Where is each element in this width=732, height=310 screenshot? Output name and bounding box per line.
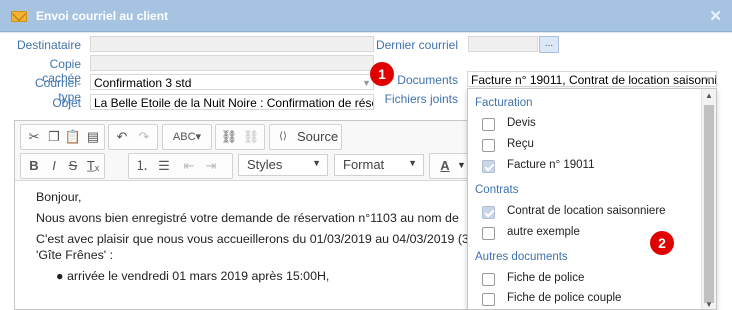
strikethrough-icon[interactable]: S <box>63 157 83 175</box>
chevron-down-icon: ▼ <box>362 78 371 88</box>
dernier-courriel-field <box>468 36 538 52</box>
chevron-down-icon: ▼ <box>457 160 466 170</box>
bullet-icon: ● <box>56 269 67 283</box>
spellcheck-toolbar-group: ABC▾ <box>162 124 212 150</box>
text-color-icon: A <box>440 158 450 173</box>
destinataire-field[interactable] <box>90 36 374 52</box>
source-label: Source <box>297 129 339 144</box>
option-label: Fiche de police <box>507 272 585 284</box>
source-button[interactable]: ⟨⟩ Source <box>269 124 342 150</box>
checkbox-checked[interactable] <box>482 206 495 219</box>
option-label: Contrat de location saisonniere <box>507 205 666 217</box>
chevron-down-icon: ▼ <box>704 75 713 85</box>
chevron-down-icon: ▼ <box>312 158 321 168</box>
documents-label: Documents <box>397 73 458 87</box>
styles-label: Styles <box>247 157 283 172</box>
greeting-text: Bonjour, <box>36 190 82 204</box>
editor-content[interactable]: Bonjour, Nous avons bien enregistré votr… <box>15 180 473 309</box>
outdent-icon[interactable]: ⇤ <box>179 157 199 175</box>
dernier-courriel-label: Dernier courriel <box>375 38 458 52</box>
group-facturation: Facturation <box>475 97 533 109</box>
format-dropdown[interactable]: Format ▼ <box>334 154 424 176</box>
objet-label: Objet <box>52 96 81 110</box>
annotation-badge-2: 2 <box>650 231 674 255</box>
checkbox[interactable] <box>482 293 495 306</box>
documents-value: Facture n° 19011, Contrat de location sa… <box>471 73 717 87</box>
scroll-down-icon[interactable]: ▼ <box>705 300 713 309</box>
copy-icon[interactable]: ❐ <box>44 128 64 146</box>
paragraph-1: Nous avons bien enregistré votre demande… <box>36 211 459 225</box>
history-toolbar-group: ↶ ↷ <box>108 124 158 150</box>
option-label: Devis <box>507 117 536 129</box>
italic-icon[interactable]: I <box>44 157 64 175</box>
option-label: Facture n° 19011 <box>507 159 595 171</box>
checkbox[interactable] <box>482 139 495 152</box>
browse-button[interactable]: ... <box>539 36 559 53</box>
styles-dropdown[interactable]: Styles ▼ <box>238 154 328 176</box>
clipboard-toolbar-group: ✂ ❐ 📋 ▤ <box>20 124 105 150</box>
list-item: ● arrivée le vendredi 01 mars 2019 après… <box>36 268 473 284</box>
link-icon[interactable]: ⛓ <box>219 128 239 146</box>
group-autres-documents: Autres documents <box>475 251 568 263</box>
basic-styles-toolbar-group: B I S T̲ₓ <box>20 153 105 179</box>
option-label: Fiche de police couple <box>507 292 622 304</box>
rich-text-editor: ✂ ❐ 📋 ▤ ↶ ↷ ABC▾ ⛓ ⛓ ⟨⟩ Source B I S T̲ₓ… <box>14 120 474 310</box>
option-label: autre exemple <box>507 226 580 238</box>
chevron-down-icon: ▼ <box>408 158 417 168</box>
documents-dropdown-list: Facturation Devis Reçu Facture n° 19011 … <box>467 88 717 310</box>
dialog-titlebar: Envoi courriel au client ✕ <box>0 0 732 32</box>
copie-cachee-field[interactable] <box>90 55 374 71</box>
list-toolbar-group: ⒈ ☰ ⇤ ⇥ <box>128 153 233 179</box>
courriel-type-select[interactable]: Confirmation 3 std <box>90 74 374 90</box>
mail-icon <box>11 11 27 22</box>
courriel-type-value: Confirmation 3 std <box>94 76 192 90</box>
group-contrats: Contrats <box>475 184 519 196</box>
checkbox[interactable] <box>482 118 495 131</box>
close-icon[interactable]: ✕ <box>709 7 722 25</box>
numbered-list-icon[interactable]: ⒈ <box>132 157 152 175</box>
paragraph-2: C'est avec plaisir que nous vous accueil… <box>36 232 469 246</box>
paragraph-3: 'Gîte Frênes' : <box>36 248 114 262</box>
dialog-title: Envoi courriel au client <box>36 9 169 23</box>
destinataire-label: Destinataire <box>16 38 81 52</box>
remove-format-icon[interactable]: T̲ₓ <box>83 157 103 175</box>
fichiers-joints-label: Fichiers joints <box>384 92 458 106</box>
documents-select[interactable]: Facture n° 19011, Contrat de location sa… <box>467 71 717 87</box>
scrollbar-thumb[interactable] <box>704 105 714 303</box>
source-icon: ⟨⟩ <box>279 131 287 142</box>
list-item-text: arrivée le vendredi 01 mars 2019 après 1… <box>66 269 330 283</box>
paste-icon[interactable]: 📋 <box>63 128 83 146</box>
paste-text-icon[interactable]: ▤ <box>83 128 103 146</box>
unlink-icon[interactable]: ⛓ <box>241 128 261 146</box>
cut-icon[interactable]: ✂ <box>24 128 44 146</box>
bulleted-list-icon[interactable]: ☰ <box>154 157 174 175</box>
format-label: Format <box>343 157 385 172</box>
bold-icon[interactable]: B <box>24 157 44 175</box>
scroll-up-icon[interactable]: ▲ <box>705 91 713 100</box>
spellcheck-icon[interactable]: ABC▾ <box>168 128 206 146</box>
redo-icon[interactable]: ↷ <box>134 128 154 146</box>
checkbox[interactable] <box>482 273 495 286</box>
checkbox-checked[interactable] <box>482 160 495 173</box>
objet-field[interactable]: La Belle Etoile de la Nuit Noire : Confi… <box>90 94 374 110</box>
link-toolbar-group: ⛓ ⛓ <box>215 124 265 150</box>
option-label: Reçu <box>507 138 534 150</box>
checkbox[interactable] <box>482 227 495 240</box>
indent-icon[interactable]: ⇥ <box>201 157 221 175</box>
undo-icon[interactable]: ↶ <box>112 128 132 146</box>
dropdown-scrollbar[interactable]: ▲ ▼ <box>701 89 716 309</box>
dialog-body: Destinataire Copie cachée Courriel-type … <box>0 33 732 310</box>
